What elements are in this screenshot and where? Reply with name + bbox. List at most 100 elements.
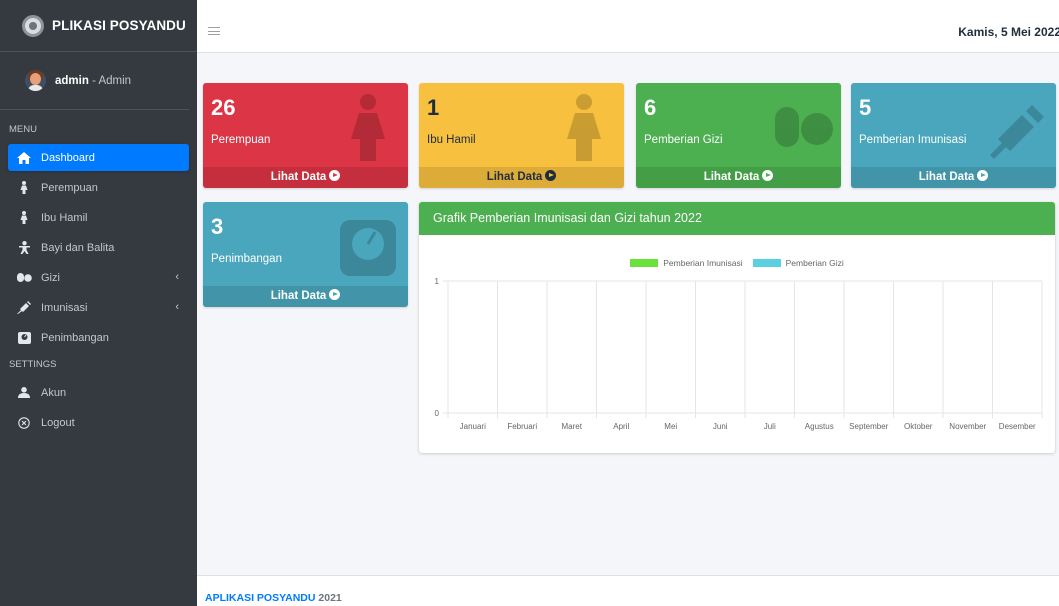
sidebar-item-penimbangan[interactable]: Penimbangan xyxy=(8,324,189,351)
y-tick-label: 1 xyxy=(435,277,440,286)
stat-box-penimbangan: 3 Penimbangan Lihat Data xyxy=(203,202,408,307)
sidebar-item-ibu-hamil[interactable]: Ibu Hamil xyxy=(8,204,189,231)
pills-icon xyxy=(775,107,833,147)
logo-icon xyxy=(22,14,44,37)
stat-label: Penimbangan xyxy=(211,253,282,265)
x-tick-label: September xyxy=(849,422,888,431)
footer-brand: APLIKASI POSYANDU xyxy=(205,592,316,604)
current-date: Kamis, 5 Mei 2022 xyxy=(958,25,1059,39)
stat-more-link[interactable]: Lihat Data xyxy=(203,167,408,188)
stat-value: 6 xyxy=(644,95,657,120)
weight-icon xyxy=(16,331,32,345)
sidebar-item-label: Gizi xyxy=(41,271,60,284)
user-icon xyxy=(16,386,32,400)
arrow-circle-right-icon xyxy=(329,170,341,181)
sidebar-item-label: Bayi dan Balita xyxy=(41,241,115,254)
arrow-circle-right-icon xyxy=(545,170,557,181)
x-tick-label: Desember xyxy=(999,422,1036,431)
chevron-left-icon: ‹ xyxy=(175,301,179,313)
chevron-left-icon: ‹ xyxy=(175,271,179,283)
sidebar-item-logout[interactable]: Logout xyxy=(8,409,189,436)
stat-box-pemberian-imunisasi: 5 Pemberian Imunisasi Lihat Data xyxy=(851,83,1056,188)
syringe-icon xyxy=(990,105,1044,159)
close-circle-icon xyxy=(16,416,32,430)
stat-more-link[interactable]: Lihat Data xyxy=(419,167,624,188)
x-tick-label: Juli xyxy=(764,422,776,431)
brand-title: PLIKASI POSYANDU xyxy=(52,18,186,33)
x-tick-label: Maret xyxy=(562,422,583,431)
sidebar-item-label: Perempuan xyxy=(41,181,98,194)
stat-label: Pemberian Gizi xyxy=(644,134,723,146)
stat-label: Ibu Hamil xyxy=(427,134,476,146)
sidebar-item-label: Ibu Hamil xyxy=(41,211,88,224)
stat-more-link[interactable]: Lihat Data xyxy=(851,167,1056,188)
arrow-circle-right-icon xyxy=(329,289,341,300)
female-icon xyxy=(351,94,385,161)
sidebar-item-akun[interactable]: Akun xyxy=(8,379,189,406)
sidebar-item-label: Penimbangan xyxy=(41,331,109,344)
stat-label: Perempuan xyxy=(211,134,271,146)
x-tick-label: Agustus xyxy=(805,422,834,431)
stat-value: 3 xyxy=(211,214,224,239)
x-tick-label: Januari xyxy=(460,422,486,431)
x-tick-label: April xyxy=(613,422,629,431)
stat-box-pemberian-gizi: 6 Pemberian Gizi Lihat Data xyxy=(636,83,841,188)
pills-icon xyxy=(16,271,32,285)
female-icon xyxy=(567,94,601,161)
stat-link-label: Lihat Data xyxy=(703,171,760,183)
sidebar-item-imunisasi[interactable]: Imunisasi ‹ xyxy=(8,294,189,321)
stat-box-perempuan: 26 Perempuan Lihat Data xyxy=(203,83,408,188)
stat-value: 26 xyxy=(211,95,236,120)
female-icon xyxy=(16,211,32,225)
sidebar-item-label: Dashboard xyxy=(41,151,95,164)
stat-more-link[interactable]: Lihat Data xyxy=(636,167,841,188)
female-icon xyxy=(16,181,32,195)
nav-header-menu: MENU xyxy=(9,124,37,135)
sidebar-item-dashboard[interactable]: Dashboard xyxy=(8,144,189,171)
stat-link-label: Lihat Data xyxy=(918,171,975,183)
footer-text: APLIKASI POSYANDU 2021 xyxy=(205,592,342,604)
syringe-icon xyxy=(16,301,32,315)
nav-menu: MENU Dashboard Perempuan Ibu Hamil Bayi … xyxy=(0,119,197,436)
stat-value: 1 xyxy=(427,95,440,120)
user-role: - Admin xyxy=(88,74,132,87)
bar-chart: 1 0 Januari Februari Maret April Mei Juni Juli Ag… xyxy=(435,277,1043,431)
x-tick-label: Mei xyxy=(664,422,677,431)
stat-link-label: Lihat Data xyxy=(270,171,327,183)
top-navbar: Kamis, 5 Mei 2022 xyxy=(197,0,1059,53)
brand-link[interactable]: PLIKASI POSYANDU xyxy=(0,0,197,52)
x-tick-label: Juni xyxy=(713,422,728,431)
stat-more-link[interactable]: Lihat Data xyxy=(203,286,408,307)
x-tick-label: Oktober xyxy=(904,422,933,431)
chart-card: Grafik Pemberian Imunisasi dan Gizi tahu… xyxy=(419,202,1055,453)
arrow-circle-right-icon xyxy=(977,170,989,181)
home-icon xyxy=(16,151,32,165)
sidebar-item-label: Imunisasi xyxy=(41,301,88,314)
stat-link-label: Lihat Data xyxy=(270,290,327,302)
user-panel[interactable]: admin - Admin xyxy=(0,52,189,110)
user-name-bold: admin xyxy=(55,74,89,87)
sidebar: PLIKASI POSYANDU admin - Admin MENU Dash… xyxy=(0,0,197,606)
y-tick-label: 0 xyxy=(435,409,440,418)
x-tick-label: November xyxy=(949,422,986,431)
hamburger-menu-icon[interactable] xyxy=(208,27,220,35)
sidebar-item-perempuan[interactable]: Perempuan xyxy=(8,174,189,201)
footer: APLIKASI POSYANDU 2021 xyxy=(197,575,1059,606)
weight-scale-icon xyxy=(340,220,396,276)
sidebar-item-gizi[interactable]: Gizi ‹ xyxy=(8,264,189,291)
stat-link-label: Lihat Data xyxy=(486,171,543,183)
baby-icon xyxy=(16,241,32,255)
sidebar-item-label: Akun xyxy=(41,386,67,399)
arrow-circle-right-icon xyxy=(762,170,774,181)
sidebar-item-bayi-dan-balita[interactable]: Bayi dan Balita xyxy=(8,234,189,261)
avatar xyxy=(25,70,46,91)
stat-value: 5 xyxy=(859,95,872,120)
nav-header-settings: SETTINGS xyxy=(9,359,57,370)
footer-year: 2021 xyxy=(315,592,342,604)
stat-box-ibu-hamil: 1 Ibu Hamil Lihat Data xyxy=(419,83,624,188)
sidebar-item-label: Logout xyxy=(41,416,75,429)
x-tick-label: Februari xyxy=(507,422,537,431)
chart-card-title: Grafik Pemberian Imunisasi dan Gizi tahu… xyxy=(419,202,1055,235)
user-name: admin - Admin xyxy=(55,75,131,87)
stat-label: Pemberian Imunisasi xyxy=(859,134,967,146)
